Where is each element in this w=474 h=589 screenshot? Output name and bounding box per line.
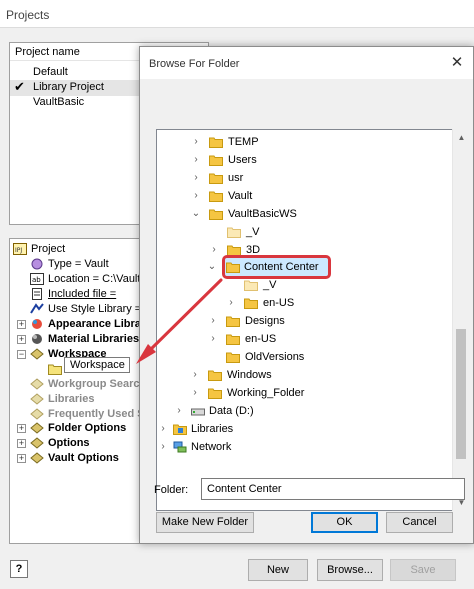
cancel-button[interactable]: Cancel <box>386 512 453 533</box>
save-button: Save <box>390 559 456 581</box>
document-icon <box>32 288 42 300</box>
scroll-thumb[interactable] <box>456 329 466 459</box>
chevron-right-icon[interactable]: › <box>209 244 219 255</box>
folder-item-content-center[interactable]: ⌄ Content Center <box>207 258 387 276</box>
folder-icon <box>48 364 62 375</box>
folder-icon <box>227 227 241 238</box>
tree-included-label: Included file = <box>48 288 117 300</box>
options-icon <box>30 437 44 449</box>
folder-name: TEMP <box>228 136 259 148</box>
project-name-column: Project name <box>15 46 80 58</box>
browse-button[interactable]: Browse... <box>317 559 383 581</box>
property-icon <box>31 258 43 270</box>
folder-name: _V <box>246 226 260 238</box>
folder-path-value: Content Center <box>207 483 282 495</box>
folder-icon <box>209 209 223 220</box>
project-icon: IPJ <box>13 243 27 255</box>
collapse-workspace-icon[interactable]: − <box>17 350 26 359</box>
tree-project-label: Project <box>31 243 66 255</box>
folder-options-icon <box>30 422 44 434</box>
project-item-label: Default <box>33 66 68 78</box>
projects-window-titlebar: Projects <box>0 0 474 28</box>
projects-window-title: Projects <box>6 8 50 22</box>
vault-options-icon <box>30 452 44 464</box>
workspace-icon <box>30 348 44 360</box>
chevron-down-icon[interactable]: ⌄ <box>207 261 217 272</box>
dialog-title: Browse For Folder <box>149 58 240 70</box>
text-field-icon: ab <box>30 273 44 285</box>
chevron-right-icon[interactable]: › <box>191 190 201 201</box>
new-button[interactable]: New <box>248 559 308 581</box>
folder-item-temp[interactable]: › TEMP <box>157 133 437 151</box>
style-icon <box>30 303 44 314</box>
folder-item-users[interactable]: › Users <box>157 151 437 169</box>
expand-folder-options-icon[interactable]: + <box>17 424 26 433</box>
expand-appearance-icon[interactable]: + <box>17 320 26 329</box>
tree-folder-options-label: Folder Options <box>48 422 127 434</box>
scroll-up-icon[interactable]: ▲ <box>453 129 470 146</box>
tree-location-label: Location = C:\VaultB <box>48 273 148 285</box>
project-item-label: Library Project <box>33 81 104 93</box>
chevron-down-icon[interactable]: ⌄ <box>191 208 201 219</box>
expand-options-icon[interactable]: + <box>17 439 26 448</box>
folder-name: VaultBasicWS <box>228 208 297 220</box>
folder-item-v[interactable]: _V <box>157 223 437 241</box>
active-check-icon: ✔ <box>14 79 25 94</box>
project-item-label: VaultBasic <box>33 96 85 108</box>
close-icon[interactable]: ✕ <box>447 53 467 73</box>
svg-text:ab: ab <box>32 276 41 284</box>
folder-icon <box>226 262 240 273</box>
workspace-path-input[interactable]: Workspace <box>64 357 130 373</box>
folder-name: Content Center <box>244 261 319 273</box>
material-icon <box>32 334 42 344</box>
tree-style-label: Use Style Library = R <box>48 303 153 315</box>
folder-name: usr <box>228 172 244 184</box>
ok-button[interactable]: OK <box>311 512 378 533</box>
folder-tree-scrollbar[interactable]: ▲ ▼ <box>452 129 469 511</box>
tree-options-label: Options <box>48 437 90 449</box>
tree-material-label: Material Libraries <box>48 333 140 345</box>
folder-tree[interactable]: › TEMP › Users › usr › Vault ⌄ VaultBasi… <box>156 129 454 511</box>
tree-workgroup-label: Workgroup Search <box>48 378 147 390</box>
folder-path-input[interactable]: Content Center <box>201 478 465 500</box>
folder-name: Vault <box>228 190 253 202</box>
chevron-right-icon[interactable]: › <box>191 154 201 165</box>
folder-item-vaultbasicws[interactable]: ⌄ VaultBasicWS <box>157 205 437 223</box>
tree-frequent-label: Frequently Used S <box>48 408 145 420</box>
dialog-titlebar[interactable]: Browse For Folder ✕ <box>140 47 473 79</box>
make-new-folder-button[interactable]: Make New Folder <box>156 512 254 533</box>
browse-for-folder-dialog[interactable]: Browse For Folder ✕ › TEMP › Users › usr… <box>139 46 474 544</box>
folder-label: Folder: <box>154 484 189 496</box>
tree-libraries-label: Libraries <box>48 393 95 405</box>
expand-vault-options-icon[interactable]: + <box>17 454 26 463</box>
chevron-right-icon[interactable]: › <box>191 172 201 183</box>
folder-item-usr[interactable]: › usr <box>157 169 437 187</box>
appearance-icon <box>32 319 42 329</box>
expand-material-icon[interactable]: + <box>17 335 26 344</box>
folder-icon <box>209 155 223 166</box>
workspace-path-value: Workspace <box>70 359 125 371</box>
tree-vault-options-label: Vault Options <box>48 452 119 464</box>
frequent-icon <box>30 408 44 420</box>
help-button[interactable]: ? <box>10 560 28 578</box>
chevron-right-icon[interactable]: › <box>191 136 201 147</box>
folder-name: Users <box>228 154 257 166</box>
svg-text:IPJ: IPJ <box>15 247 22 254</box>
folder-icon <box>209 191 223 202</box>
folder-icon <box>209 137 223 148</box>
workgroup-icon <box>30 378 44 390</box>
folder-item-vault[interactable]: › Vault <box>157 187 437 205</box>
tree-appearance-label: Appearance Librar <box>48 318 146 330</box>
tree-type-label: Type = Vault <box>48 258 109 270</box>
libraries-icon <box>30 393 44 405</box>
folder-icon <box>209 173 223 184</box>
